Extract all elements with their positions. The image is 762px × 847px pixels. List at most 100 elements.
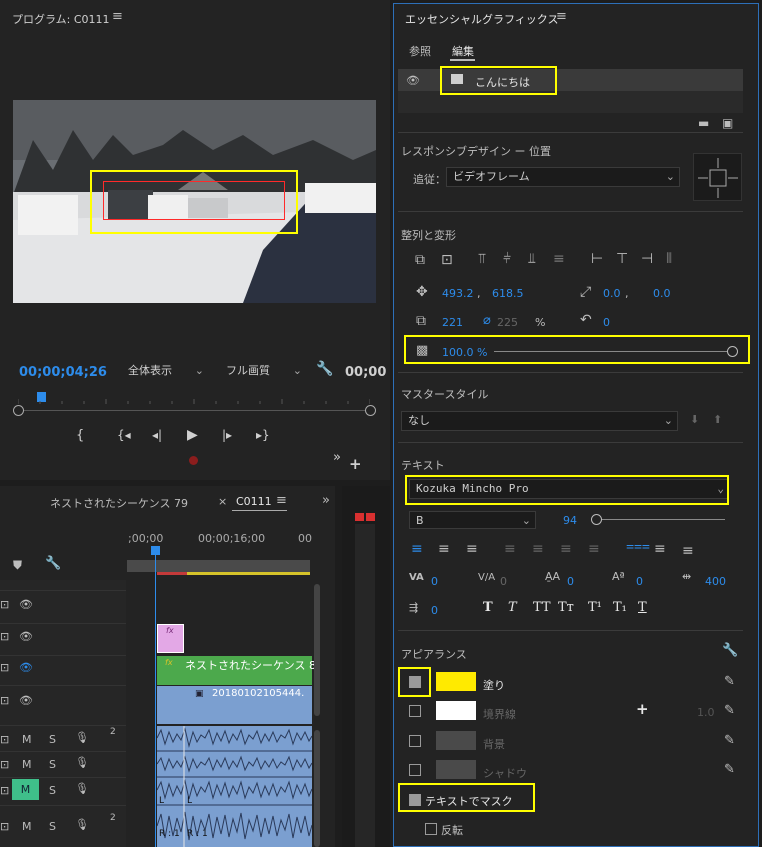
follow-select[interactable]: ビデオフレーム ⌄ <box>446 167 680 187</box>
video-clip[interactable]: ▣ 20180102105444. <box>157 686 312 724</box>
layer-eye-icon[interactable]: 👁 <box>406 74 420 87</box>
timeline-menu-icon[interactable]: ≡ <box>276 493 287 508</box>
microphone-icon[interactable]: 🎙 <box>75 782 89 795</box>
add-stroke-icon[interactable]: + <box>636 700 649 718</box>
leading-value[interactable]: 0 <box>567 575 574 588</box>
position-x[interactable]: 493.2 <box>442 287 474 300</box>
vertical-align-bottom-icon[interactable]: ≡ <box>682 543 694 559</box>
anchor-y[interactable]: 0.0 <box>653 287 671 300</box>
eyedropper-icon[interactable]: ✎ <box>724 674 735 689</box>
timeline-scrollbar[interactable] <box>314 584 320 716</box>
nested-sequence-clip[interactable]: fx ネストされたシーケンス 8 <box>157 656 316 685</box>
align-video-frame-icon[interactable]: ⧉ <box>415 252 425 268</box>
anchor-x[interactable]: 0.0 <box>603 287 621 300</box>
new-folder-icon[interactable]: ▬ <box>698 116 709 130</box>
master-style-select[interactable]: なし ⌄ <box>401 411 678 431</box>
go-to-in-icon[interactable]: {◂ <box>117 428 131 442</box>
panel-menu-icon[interactable]: ≡ <box>112 9 123 24</box>
baseline-value[interactable]: 0 <box>636 575 643 588</box>
rotation-value[interactable]: 0 <box>603 316 610 329</box>
scale-height[interactable]: 225 <box>497 316 518 329</box>
essential-graphics-menu-icon[interactable]: ≡ <box>556 9 567 24</box>
vertical-align-center-icon[interactable]: ≡ <box>654 541 666 557</box>
align-vcenter-icon[interactable]: ⫩ <box>503 251 511 267</box>
text-align-right-icon[interactable]: ≡ <box>466 541 478 557</box>
background-checkbox[interactable] <box>409 735 421 747</box>
tab-browse[interactable]: 参照 <box>409 43 431 59</box>
align-selection-icon[interactable]: ⊡ <box>441 252 453 268</box>
graphic-clip[interactable]: fx <box>157 624 184 653</box>
solo-button[interactable]: S <box>49 784 56 797</box>
position-y[interactable]: 618.5 <box>492 287 524 300</box>
eye-icon[interactable]: 👁 <box>19 630 33 643</box>
pin-to-widget[interactable] <box>693 153 742 201</box>
tab-edit[interactable]: 編集 <box>452 43 474 59</box>
tab-c0111[interactable]: C0111 <box>236 495 272 508</box>
eyedropper-icon[interactable]: ✎ <box>724 703 735 718</box>
tsume-value[interactable]: 400 <box>705 575 726 588</box>
justify-all-icon[interactable]: ≡ <box>588 541 600 557</box>
superscript-button[interactable]: T¹ <box>588 600 602 615</box>
align-right-icon[interactable]: ⊣ <box>641 251 653 267</box>
solo-button[interactable]: S <box>49 758 56 771</box>
play-icon[interactable]: ▶ <box>187 427 198 443</box>
fill-color-swatch[interactable] <box>436 672 476 691</box>
solo-button[interactable]: S <box>49 733 56 746</box>
font-size-value[interactable]: 94 <box>563 514 577 527</box>
timeline-scrollbar-lower[interactable] <box>314 730 320 847</box>
lock-icon[interactable]: ⊡ <box>0 630 9 643</box>
push-down-icon[interactable]: ⬇ <box>690 413 699 426</box>
timeline-playhead[interactable] <box>151 546 160 555</box>
scale-link-icon[interactable]: ⌀ <box>483 313 491 328</box>
appearance-wrench-icon[interactable]: 🔧 <box>722 643 738 658</box>
underline-button[interactable]: T <box>638 600 647 615</box>
tracking-value[interactable]: 0 <box>500 575 507 588</box>
invert-checkbox[interactable] <box>425 823 437 835</box>
mute-button[interactable]: M <box>22 758 32 771</box>
lock-icon[interactable]: ⊡ <box>0 598 9 611</box>
indent-value[interactable]: 0 <box>431 604 438 617</box>
vertical-align-top-icon[interactable]: ⩶ <box>626 538 650 554</box>
scrubber-track[interactable] <box>18 410 370 411</box>
scrubber-start-handle[interactable] <box>13 405 24 416</box>
faux-bold-button[interactable]: T <box>483 600 493 615</box>
mark-in-icon[interactable]: { <box>76 428 84 443</box>
step-back-icon[interactable]: ◂| <box>152 428 162 442</box>
eye-off-icon[interactable]: 👁 <box>19 661 33 674</box>
kerning-value[interactable]: 0 <box>431 575 438 588</box>
align-bottom-icon[interactable]: ⫫ <box>528 251 536 267</box>
more-tabs-icon[interactable]: » <box>322 493 330 508</box>
new-layer-icon[interactable]: ▣ <box>722 116 733 130</box>
program-timecode[interactable]: 00;00;04;26 <box>19 365 107 380</box>
lock-icon[interactable]: ⊡ <box>0 820 9 833</box>
lock-icon[interactable]: ⊡ <box>0 694 9 707</box>
stroke-checkbox[interactable] <box>409 705 421 717</box>
justify-center-icon[interactable]: ≡ <box>532 541 544 557</box>
add-button-icon[interactable]: + <box>349 455 362 473</box>
more-controls-icon[interactable]: » <box>333 450 341 465</box>
marker-icon[interactable]: ⛊ <box>13 558 22 573</box>
scale-width[interactable]: 221 <box>442 316 463 329</box>
microphone-icon[interactable]: 🎙 <box>75 818 89 831</box>
mute-button[interactable]: M <box>22 820 32 833</box>
record-icon[interactable] <box>189 456 198 465</box>
distribute-vertical-icon[interactable]: ≡ <box>553 251 565 267</box>
tab-nested-sequence[interactable]: ネストされたシーケンス 79 <box>50 495 188 511</box>
go-to-out-icon[interactable]: ▸} <box>256 428 270 442</box>
background-color-swatch[interactable] <box>436 731 476 750</box>
justify-left-icon[interactable]: ≡ <box>504 541 516 557</box>
audio-waveform-clips[interactable] <box>157 726 312 847</box>
lock-icon[interactable]: ⊡ <box>0 784 9 797</box>
timeline-wrench-icon[interactable]: 🔧 <box>45 556 61 571</box>
zoom-select[interactable]: 全体表示 ⌄ <box>122 362 208 380</box>
stroke-color-swatch[interactable] <box>436 701 476 720</box>
microphone-icon[interactable]: 🎙 <box>75 756 89 769</box>
eyedropper-icon[interactable]: ✎ <box>724 733 735 748</box>
eye-icon[interactable]: 👁 <box>19 598 33 611</box>
step-forward-icon[interactable]: |▸ <box>222 428 232 442</box>
microphone-icon[interactable]: 🎙 <box>75 731 89 744</box>
lock-icon[interactable]: ⊡ <box>0 758 9 771</box>
align-left-icon[interactable]: ⊢ <box>591 251 603 267</box>
lock-icon[interactable]: ⊡ <box>0 733 9 746</box>
eye-icon[interactable]: 👁 <box>19 694 33 707</box>
